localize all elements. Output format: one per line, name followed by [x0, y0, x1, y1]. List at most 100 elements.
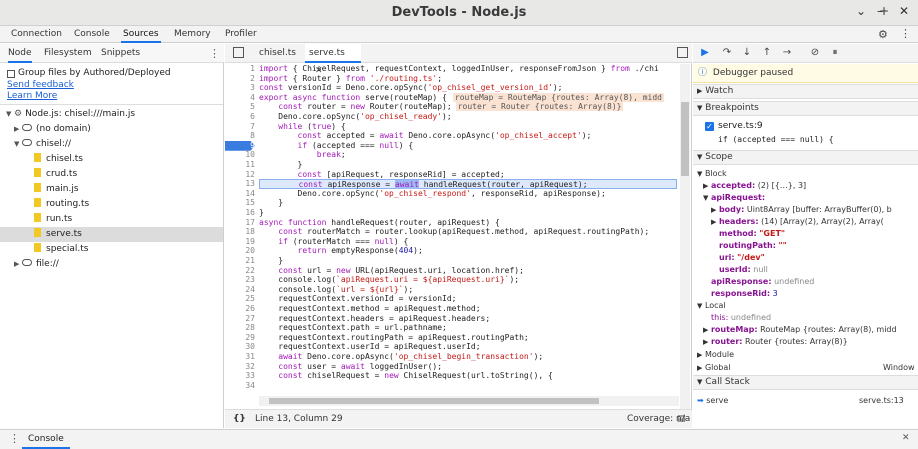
tree-file-serve-ts[interactable]: serve.ts [0, 227, 223, 242]
var-responseRid[interactable]: responseRid: 3 [693, 288, 918, 299]
tab-console[interactable]: Console [72, 26, 112, 43]
step-into-icon[interactable]: ↓ [741, 47, 753, 59]
line-number[interactable]: 6 [225, 112, 255, 122]
line-number[interactable]: 28 [225, 323, 255, 333]
tree-file-run-ts[interactable]: run.ts [0, 212, 223, 227]
editor-tab-serve-ts[interactable]: serve.ts ✕ [305, 44, 361, 76]
line-number[interactable]: 5 [225, 102, 255, 112]
line-number[interactable]: 16 [225, 208, 255, 218]
var-userId[interactable]: userId: null [693, 264, 918, 275]
learn-more-link[interactable]: Learn More [7, 91, 57, 101]
line-number[interactable]: 31 [225, 352, 255, 362]
tree-item-file-root[interactable]: ▶ file:// [0, 257, 223, 272]
scope-local[interactable]: ▼ Local [693, 300, 918, 311]
line-number[interactable]: 8 [225, 131, 255, 141]
toggle-debugger-icon[interactable] [677, 47, 688, 58]
var-uri[interactable]: uri: "/dev" [693, 252, 918, 263]
line-number[interactable]: 23 [225, 275, 255, 285]
window-menu-button[interactable]: ⌄ [853, 4, 869, 18]
step-over-icon[interactable]: ↷ [721, 47, 733, 59]
var-apiRequest[interactable]: ▼ apiRequest: [693, 192, 918, 203]
var-this[interactable]: this: undefined [693, 312, 918, 323]
line-number[interactable]: 24 [225, 285, 255, 295]
breakpoint-file[interactable]: serve.ts:9 [718, 121, 763, 131]
step-out-icon[interactable]: ↑ [761, 47, 773, 59]
pause-on-exceptions-icon[interactable]: ⏸ [829, 47, 841, 59]
scope-block[interactable]: ▼ Block [693, 168, 918, 179]
settings-gear-icon[interactable]: ⚙ [878, 28, 888, 41]
scope-module[interactable]: ▶ Module [693, 349, 918, 360]
line-number[interactable]: 26 [225, 304, 255, 314]
var-routeMap[interactable]: ▶ routeMap: RouteMap {routes: Array(8), … [693, 324, 918, 335]
drawer-more-icon[interactable]: ⋮ [9, 432, 20, 445]
line-number[interactable]: 21 [225, 256, 255, 266]
var-router[interactable]: ▶ router: Router {routes: Array(8)} [693, 336, 918, 347]
group-files-checkbox[interactable] [7, 70, 15, 78]
line-number[interactable]: 22 [225, 266, 255, 276]
line-number[interactable]: 25 [225, 294, 255, 304]
tab-memory[interactable]: Memory [172, 26, 213, 43]
var-method[interactable]: method: "GET" [693, 228, 918, 239]
tab-node[interactable]: Node [8, 44, 32, 63]
resume-icon[interactable]: ▶ [699, 47, 711, 59]
line-number[interactable]: 30 [225, 342, 255, 352]
tree-file-chisel-ts[interactable]: chisel.ts [0, 152, 223, 167]
line-number[interactable]: 18 [225, 227, 255, 237]
send-feedback-link[interactable]: Send feedback [7, 80, 74, 90]
editor-tab-chisel-ts[interactable]: chisel.ts [255, 44, 300, 63]
line-number[interactable]: 7 [225, 122, 255, 132]
vertical-scroll-thumb[interactable] [681, 102, 689, 176]
tree-item-no-domain[interactable]: ▶ (no domain) [0, 122, 223, 137]
breakpoint-line-number[interactable]: 9 [225, 140, 255, 151]
var-routingPath[interactable]: routingPath: "" [693, 240, 918, 251]
line-number[interactable]: 3 [225, 83, 255, 93]
tree-file-special-ts[interactable]: special.ts [0, 242, 223, 257]
callstack-section-header[interactable]: ▼ Call Stack [693, 375, 918, 390]
var-body[interactable]: ▶ body: Uint8Array [buffer: ArrayBuffer(… [693, 204, 918, 215]
tab-connection[interactable]: Connection [9, 26, 64, 43]
navigator-more-icon[interactable]: ⋮ [209, 47, 220, 60]
line-number[interactable]: 1 [225, 64, 255, 74]
line-number[interactable]: 19 [225, 237, 255, 247]
close-drawer-icon[interactable]: ✕ [902, 433, 910, 443]
drawer-tab-console[interactable]: Console [22, 430, 70, 449]
tree-item-chisel[interactable]: ▼ chisel:// [0, 137, 223, 152]
scope-section-header[interactable]: ▼ Scope [693, 150, 918, 165]
line-number[interactable]: 12 [225, 170, 255, 180]
line-number[interactable]: 11 [225, 160, 255, 170]
tree-file-crud-ts[interactable]: crud.ts [0, 167, 223, 182]
line-number[interactable]: 29 [225, 333, 255, 343]
maximize-button[interactable]: + [876, 4, 892, 18]
var-apiResponse[interactable]: apiResponse: undefined [693, 276, 918, 287]
var-accepted[interactable]: ▶ accepted: (2) [{…}, 3] [693, 180, 918, 191]
line-number[interactable]: 34 [225, 381, 255, 391]
deactivate-breakpoints-icon[interactable]: ⊘ [809, 47, 821, 59]
breakpoints-section-header[interactable]: ▼ Breakpoints [693, 101, 918, 116]
line-number[interactable]: 32 [225, 362, 255, 372]
code-area[interactable]: import { ChiselRequest, requestContext, … [259, 64, 677, 409]
horizontal-scroll-thumb[interactable] [269, 398, 599, 404]
line-number[interactable]: 17 [225, 218, 255, 228]
tree-file-routing-ts[interactable]: routing.ts [0, 197, 223, 212]
var-headers[interactable]: ▶ headers: (14) [Array(2), Array(2), Arr… [693, 216, 918, 227]
tab-filesystem[interactable]: Filesystem [44, 44, 92, 63]
line-number[interactable]: 20 [225, 246, 255, 256]
breakpoint-checkbox[interactable]: ✓ [705, 122, 714, 131]
tab-snippets[interactable]: Snippets [101, 44, 140, 63]
line-number-gutter[interactable]: 1 2 3 4 5 6 7 8 9 10 11 12 13 14 15 16 17 18 19 20 21 22 23 24 2… [225, 64, 257, 409]
line-number[interactable]: 4 [225, 93, 255, 103]
line-number[interactable]: 2 [225, 74, 255, 84]
tree-file-main-js[interactable]: main.js [0, 182, 223, 197]
tab-sources[interactable]: Sources [121, 26, 161, 43]
tree-item-root[interactable]: ▼ ⚙ Node.js: chisel:///main.js [0, 107, 223, 122]
step-icon[interactable]: → [781, 47, 793, 59]
callstack-frame[interactable]: ➡ serve serve.ts:13 [693, 394, 918, 407]
close-button[interactable]: ✕ [896, 4, 912, 18]
more-options-icon[interactable]: ⋮ [900, 27, 911, 40]
watch-section-header[interactable]: ▶ Watch [693, 84, 918, 99]
line-number[interactable]: 15 [225, 198, 255, 208]
line-number[interactable]: 33 [225, 371, 255, 381]
toggle-navigator-icon[interactable] [233, 47, 244, 58]
line-number[interactable]: 13 [225, 179, 255, 189]
scope-global[interactable]: ▶ Global Window [693, 362, 918, 373]
